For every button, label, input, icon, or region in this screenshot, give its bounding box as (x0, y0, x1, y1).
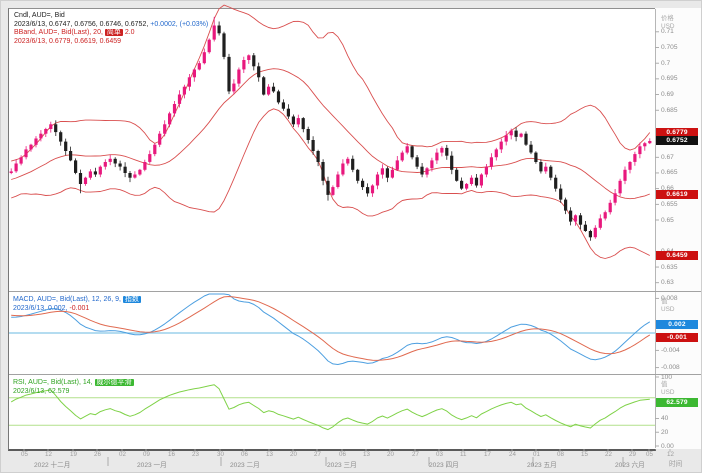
macd-axis-title: 值 (661, 298, 668, 305)
price-axis-tick: 0.67 (661, 153, 674, 161)
x-axis-day-label: 13 (266, 451, 273, 458)
x-axis-day-label: 12 (45, 451, 52, 458)
x-axis-title: 时间 (669, 461, 683, 468)
x-axis-day-label: 11 (460, 451, 467, 458)
bband-values: 2023/6/13, 0.6779, 0.6619, 0.6459 (14, 37, 122, 45)
rsi-axis-tick: 100 (661, 373, 673, 381)
x-axis-month-label: 2022 十二月 (34, 462, 71, 469)
x-axis-day-label: 05 (21, 451, 28, 458)
macd-signal-badge: -0.001 (656, 332, 698, 342)
rsi-value: 2023/6/13, 62.579 (13, 387, 70, 395)
trading-chart-window: Cndl, AUD=, Bid 2023/6/13, 0.6747, 0.675… (0, 0, 702, 473)
macd-axis-currency: USD (661, 306, 675, 313)
macd-value-badge: 0.002 (656, 319, 698, 329)
x-axis-day-label: 05 (646, 451, 653, 458)
macd-label: MACD, AUD=, Bid(Last), 12, 26, 9, (13, 296, 121, 303)
bband-lower-badge: 0.6459 (656, 251, 698, 261)
rsi-axis-tick: 20 (661, 428, 669, 436)
x-axis-month-label: 2023 四月 (429, 462, 459, 469)
x-axis-day-label: 20 (387, 451, 394, 458)
x-axis-day-label: 27 (412, 451, 419, 458)
price-axis-tick: 0.69 (661, 91, 674, 99)
x-axis-day-label: 12 (667, 451, 674, 458)
price-axis-tick: 0.695 (661, 75, 678, 83)
price-axis-tick: 0.685 (661, 106, 678, 114)
x-axis-day-label: 20 (290, 451, 297, 458)
price-axis-tick: 0.635 (661, 263, 678, 271)
bband-middle-badge: 0.6619 (656, 189, 698, 199)
macd-axis-tick: -0.004 (661, 346, 680, 354)
rsi-method-chip: 威尔德平滑 (94, 379, 134, 386)
price-axis-tick: 0.705 (661, 44, 678, 51)
x-axis-day-label: 24 (509, 451, 516, 458)
macd-signal-value: -0.001 (69, 304, 90, 312)
x-axis-day-label: 15 (581, 451, 588, 458)
price-axis-title: 价格 (661, 15, 674, 22)
ohlc-values: 2023/6/13, 0.6747, 0.6756, 0.6746, 0.675… (14, 20, 149, 28)
rsi-axis-tick: 40 (661, 414, 669, 422)
x-axis-day-label: 23 (192, 451, 199, 458)
price-axis-tick: 0.63 (661, 279, 674, 287)
price-axis-tick: 0.665 (661, 169, 678, 177)
x-axis-month-label: 2023 六月 (615, 462, 645, 469)
bband-label: BBand, AUD=, Bid(Last), 20, (14, 29, 103, 36)
macd-axis-tick: -0.008 (661, 364, 680, 372)
bband-width: 2.0 (124, 29, 135, 36)
last-price-badge: 0.6752 (656, 136, 698, 146)
price-axis-tick: 0.65 (661, 216, 674, 224)
x-axis-day-label: 06 (241, 451, 248, 458)
rsi-axis-tick: 0.00 (661, 442, 674, 450)
rsi-legend: RSI, AUD=, Bid(Last), 14, 威尔德平滑 2023/6/1… (13, 379, 134, 396)
price-axis-tick: 0.655 (661, 200, 678, 208)
rsi-axis-currency: USD (661, 389, 675, 396)
rsi-axis-title: 值 (661, 381, 668, 388)
rsi-value-badge: 62.579 (656, 398, 698, 408)
x-axis-day-label: 03 (436, 451, 443, 458)
macd-method-chip: 指数 (122, 296, 141, 303)
x-axis-day-label: 29 (629, 451, 636, 458)
price-axis-tick: 0.7 (661, 59, 671, 67)
x-axis-day-label: 22 (605, 451, 612, 458)
x-axis-month-label: 2023 二月 (230, 462, 260, 469)
x-axis-day-label: 17 (484, 451, 491, 458)
change-values: +0.0002, (+0.03%) (150, 20, 209, 28)
x-axis-day-label: 27 (314, 451, 321, 458)
x-axis-month-label: 2023 五月 (527, 462, 557, 469)
x-axis-day-label: 13 (363, 451, 370, 458)
price-axis-currency: USD (661, 23, 675, 30)
bband-method-chip: 简单 (104, 29, 123, 36)
rsi-label: RSI, AUD=, Bid(Last), 14, (13, 379, 93, 386)
x-axis-day-label: 01 (533, 451, 540, 458)
x-axis-month-label: 2023 三月 (327, 462, 357, 469)
x-axis-day-label: 09 (143, 451, 150, 458)
x-axis-month-label: 2023 一月 (137, 462, 167, 469)
macd-legend: MACD, AUD=, Bid(Last), 12, 26, 9, 指数 202… (13, 296, 141, 313)
macd-value: 2023/6/13, 0.002, (13, 304, 68, 312)
x-axis-day-label: 26 (94, 451, 101, 458)
main-legend: Cndl, AUD=, Bid 2023/6/13, 0.6747, 0.675… (14, 12, 208, 46)
x-axis-day-label: 16 (168, 451, 175, 458)
instrument-label: Cndl, AUD=, Bid (14, 12, 65, 19)
x-axis-day-label: 02 (119, 451, 126, 458)
x-axis-day-label: 19 (70, 451, 77, 458)
x-axis-day-label: 08 (557, 451, 564, 458)
x-axis-day-label: 06 (339, 451, 346, 458)
x-axis-day-label: 30 (217, 451, 224, 458)
